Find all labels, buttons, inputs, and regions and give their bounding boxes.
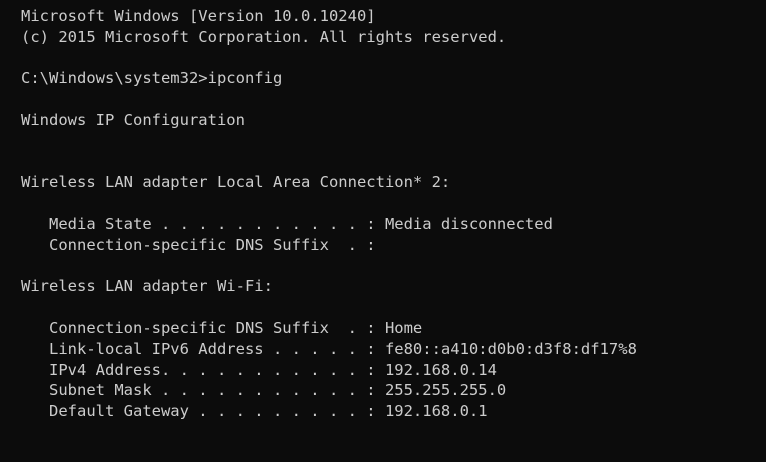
ip-config-title: Windows IP Configuration [21, 110, 245, 129]
wifi-ipv6-line: Link-local IPv6 Address . . . . . : fe80… [21, 339, 637, 358]
wifi-subnet-line: Subnet Mask . . . . . . . . . . . : 255.… [21, 381, 507, 400]
header-version-line: Microsoft Windows [Version 10.0.10240] [21, 7, 376, 25]
local-dns-suffix-line: Connection-specific DNS Suffix . : [21, 235, 376, 254]
command-prompt-window[interactable]: Microsoft Windows [Version 10.0.10240] (… [0, 0, 766, 462]
adapter-wifi-title: Wireless LAN adapter Wi-Fi: [21, 277, 273, 296]
wifi-dns-suffix-line: Connection-specific DNS Suffix . : Home [21, 318, 423, 337]
wifi-ipv4-line: IPv4 Address. . . . . . . . . . . : 192.… [21, 360, 497, 379]
adapter-local-title: Wireless LAN adapter Local Area Connecti… [21, 173, 451, 192]
wifi-gateway-line: Default Gateway . . . . . . . . . : 192.… [21, 402, 488, 421]
local-media-state-line: Media State . . . . . . . . . . . : Medi… [21, 214, 553, 233]
prompt-command-line: C:\Windows\system32>ipconfig [21, 69, 283, 88]
header-copyright-line: (c) 2015 Microsoft Corporation. All righ… [21, 27, 507, 46]
